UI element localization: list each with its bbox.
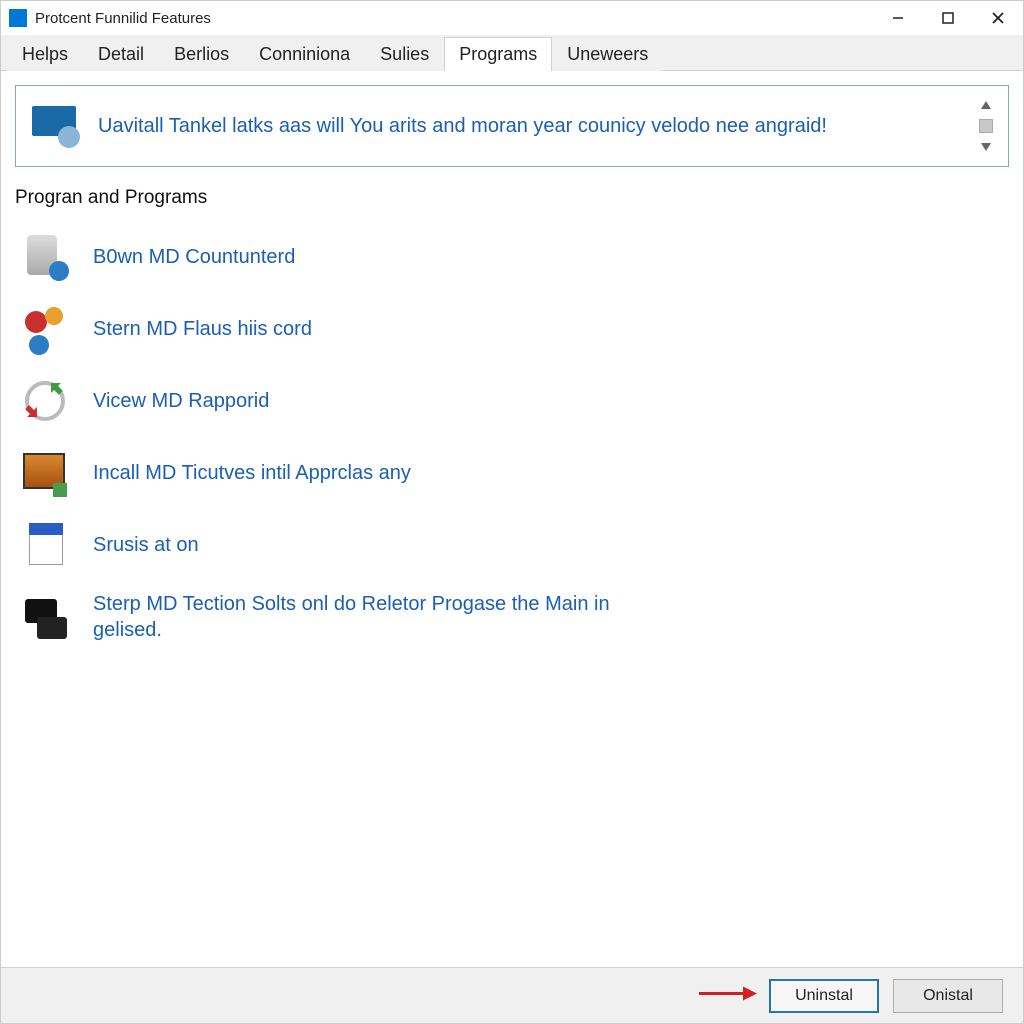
- program-label: B0wn MD Countunterd: [93, 244, 295, 270]
- section-title: Progran and Programs: [15, 187, 1009, 209]
- program-icon: [19, 303, 71, 355]
- tab-programs[interactable]: Programs: [444, 37, 552, 71]
- program-icon: [19, 375, 71, 427]
- program-label: Sterp MD Tection Solts onl do Reletor Pr…: [93, 591, 613, 643]
- maximize-button[interactable]: [923, 1, 973, 35]
- program-item[interactable]: Srusis at on: [15, 511, 1009, 579]
- tab-bar: Helps Detail Berlios Conniniona Sulies P…: [1, 35, 1023, 71]
- scroll-down-icon[interactable]: [977, 138, 995, 156]
- uninstall-button[interactable]: Uninstal: [769, 979, 879, 1013]
- window-title: Protcent Funnilid Features: [35, 10, 873, 27]
- program-item[interactable]: Sterp MD Tection Solts onl do Reletor Pr…: [15, 583, 1009, 651]
- window-controls: [873, 1, 1023, 35]
- app-window: Protcent Funnilid Features Helps Detail …: [0, 0, 1024, 1024]
- footer-bar: Uninstal Onistal: [1, 967, 1023, 1023]
- program-list: B0wn MD Countunterd Stern MD Flaus hiis …: [15, 223, 1009, 953]
- banner-text: Uavitall Tankel latks aas will You arits…: [98, 113, 966, 139]
- monitor-globe-icon: [28, 104, 84, 148]
- program-icon: [19, 231, 71, 283]
- titlebar: Protcent Funnilid Features: [1, 1, 1023, 35]
- scroll-up-icon[interactable]: [977, 96, 995, 114]
- app-icon: [9, 9, 27, 27]
- program-icon: [19, 447, 71, 499]
- tab-conniniona[interactable]: Conniniona: [244, 37, 365, 71]
- scroll-thumb[interactable]: [979, 119, 993, 133]
- tab-berlios[interactable]: Berlios: [159, 37, 244, 71]
- program-label: Srusis at on: [93, 532, 199, 558]
- tab-sulies[interactable]: Sulies: [365, 37, 444, 71]
- onistal-button[interactable]: Onistal: [893, 979, 1003, 1013]
- program-label: Incall MD Ticutves intil Apprclas any: [93, 460, 411, 486]
- tab-detail[interactable]: Detail: [83, 37, 159, 71]
- program-item[interactable]: Stern MD Flaus hiis cord: [15, 295, 1009, 363]
- program-label: Stern MD Flaus hiis cord: [93, 316, 312, 342]
- close-button[interactable]: [973, 1, 1023, 35]
- tab-helps[interactable]: Helps: [7, 37, 83, 71]
- program-icon: [19, 519, 71, 571]
- program-item[interactable]: Incall MD Ticutves intil Apprclas any: [15, 439, 1009, 507]
- program-label: Vicew MD Rapporid: [93, 388, 269, 414]
- content-area: Uavitall Tankel latks aas will You arits…: [1, 71, 1023, 967]
- minimize-button[interactable]: [873, 1, 923, 35]
- tab-uneweers[interactable]: Uneweers: [552, 37, 663, 71]
- arrow-indicator-icon: [697, 983, 757, 1008]
- program-icon: [19, 591, 71, 643]
- program-item[interactable]: Vicew MD Rapporid: [15, 367, 1009, 435]
- banner-scrollbar[interactable]: [976, 96, 996, 156]
- info-banner: Uavitall Tankel latks aas will You arits…: [15, 85, 1009, 167]
- program-item[interactable]: B0wn MD Countunterd: [15, 223, 1009, 291]
